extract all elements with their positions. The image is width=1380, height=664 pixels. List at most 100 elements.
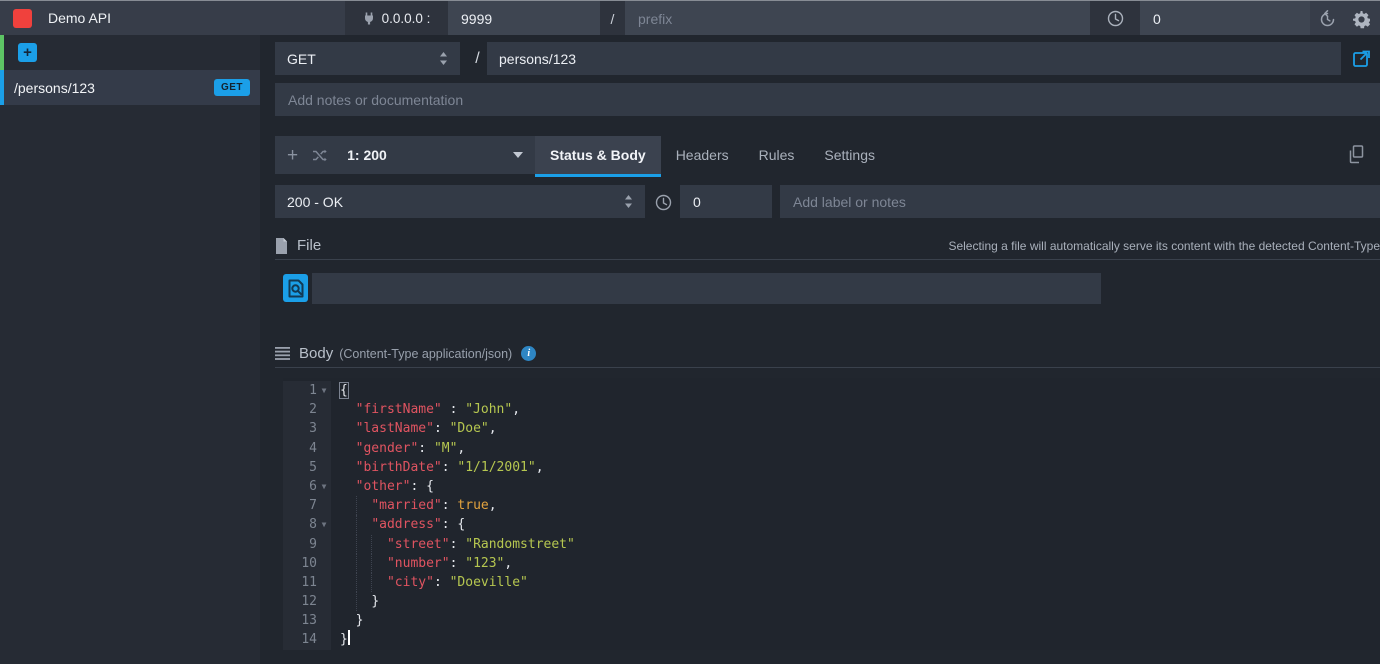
- duplicate-response-icon[interactable]: [1345, 143, 1367, 165]
- indent-guide: [371, 535, 372, 554]
- fold-spacer: [317, 630, 331, 649]
- response-tabs: Status & BodyHeadersRulesSettings: [535, 136, 890, 174]
- line-number: 10: [283, 554, 331, 573]
- host-section: 0.0.0.0 :: [345, 1, 448, 36]
- fold-spacer: [317, 400, 331, 419]
- fold-spacer: [317, 458, 331, 477]
- add-route-button[interactable]: +: [18, 43, 37, 62]
- selected-route-indicator: [0, 70, 4, 105]
- port-input[interactable]: 9999: [448, 1, 600, 36]
- tab-headers[interactable]: Headers: [661, 136, 744, 174]
- code-line[interactable]: 10 "number": "123",: [283, 554, 1380, 573]
- line-number: 1▼: [283, 381, 331, 400]
- route-path-input[interactable]: persons/123: [487, 42, 1341, 75]
- route-path-label: /persons/123: [14, 80, 214, 96]
- code-line[interactable]: 11 "city": "Doeville": [283, 573, 1380, 592]
- fold-spacer: [317, 611, 331, 630]
- env-latency-section: [1090, 1, 1140, 36]
- code-line[interactable]: 7 "married": true,: [283, 496, 1380, 515]
- file-section-header: File Selecting a file will automatically…: [275, 238, 1380, 260]
- env-latency-input[interactable]: 0: [1140, 1, 1310, 36]
- tab-status-body[interactable]: Status & Body: [535, 136, 661, 174]
- code-line[interactable]: 12 }: [283, 592, 1380, 611]
- line-number: 3: [283, 419, 331, 438]
- code-line[interactable]: 2 "firstName" : "John",: [283, 400, 1380, 419]
- route-notes-input[interactable]: Add notes or documentation: [275, 83, 1380, 116]
- code-line[interactable]: 8▼ "address": {: [283, 515, 1380, 534]
- response-latency-input[interactable]: 0: [680, 185, 772, 218]
- fold-arrow-icon[interactable]: ▼: [317, 515, 331, 534]
- plug-icon: [363, 12, 375, 25]
- code-line[interactable]: 6▼ "other": {: [283, 477, 1380, 496]
- indent-guide: [356, 515, 357, 534]
- text-cursor: [348, 630, 350, 645]
- line-number: 14: [283, 630, 331, 649]
- line-number: 4: [283, 439, 331, 458]
- body-content-type-label: (Content-Type application/json): [339, 347, 512, 361]
- route-editor-panel: GET / persons/123 Add notes or documenta…: [260, 35, 1380, 664]
- environment-title: Demo API: [48, 1, 111, 36]
- response-selector-label: 1: 200: [347, 147, 499, 163]
- line-number: 7: [283, 496, 331, 515]
- tab-settings[interactable]: Settings: [809, 136, 890, 174]
- code-line[interactable]: 9 "street": "Randomstreet": [283, 535, 1380, 554]
- select-arrows-icon: [624, 195, 633, 208]
- routes-header-row: +: [0, 35, 260, 70]
- settings-gear-icon[interactable]: [1350, 8, 1372, 30]
- indent-guide: [371, 554, 372, 573]
- body-code-editor[interactable]: 1▼{2 "firstName" : "John",3 "lastName": …: [283, 378, 1380, 650]
- prefix-separator: /: [600, 1, 625, 36]
- response-selector[interactable]: + 1: 200: [275, 136, 535, 174]
- code-line[interactable]: 3 "lastName": "Doe",: [283, 419, 1380, 438]
- file-section-hint: Selecting a file will automatically serv…: [948, 239, 1380, 253]
- fold-spacer: [317, 573, 331, 592]
- add-response-icon[interactable]: +: [287, 146, 298, 165]
- environment-running-indicator: [0, 35, 4, 70]
- tab-rules[interactable]: Rules: [744, 136, 810, 174]
- fold-arrow-icon[interactable]: ▼: [317, 477, 331, 496]
- response-label-input[interactable]: Add label or notes: [780, 185, 1380, 218]
- code-line[interactable]: 5 "birthDate": "1/1/2001",: [283, 458, 1380, 477]
- fold-spacer: [317, 439, 331, 458]
- host-label: 0.0.0.0 :: [382, 11, 431, 26]
- method-select[interactable]: GET: [275, 42, 460, 75]
- route-list-item[interactable]: /persons/123 GET: [0, 70, 260, 105]
- fold-spacer: [317, 419, 331, 438]
- code-line[interactable]: 4 "gender": "M",: [283, 439, 1380, 458]
- indent-guide: [356, 554, 357, 573]
- line-number: 8▼: [283, 515, 331, 534]
- status-code-select[interactable]: 200 - OK: [275, 185, 645, 218]
- line-number: 6▼: [283, 477, 331, 496]
- shuffle-responses-icon[interactable]: [312, 149, 327, 162]
- clock-icon: [1107, 10, 1124, 27]
- prefix-input[interactable]: prefix: [625, 1, 1090, 36]
- file-path-input[interactable]: [312, 273, 1101, 304]
- select-arrows-icon: [439, 52, 448, 65]
- indent-guide: [356, 592, 357, 611]
- fold-arrow-icon[interactable]: ▼: [317, 381, 331, 400]
- code-line[interactable]: 13 }: [283, 611, 1380, 630]
- routes-sidebar: + /persons/123 GET: [0, 35, 260, 664]
- body-section-header: Body (Content-Type application/json) i: [275, 346, 1380, 368]
- line-number: 11: [283, 573, 331, 592]
- dropdown-caret-icon: [513, 152, 523, 158]
- response-latency-clock-icon: [652, 191, 674, 213]
- code-line[interactable]: 14}: [283, 630, 1380, 649]
- info-icon: i: [521, 346, 536, 361]
- fold-spacer: [317, 535, 331, 554]
- file-icon: [275, 238, 288, 254]
- line-number: 9: [283, 535, 331, 554]
- open-route-in-browser-icon[interactable]: [1350, 47, 1372, 69]
- fold-spacer: [317, 496, 331, 515]
- stop-server-button[interactable]: [13, 9, 32, 28]
- line-number: 12: [283, 592, 331, 611]
- indent-guide: [356, 535, 357, 554]
- line-number: 5: [283, 458, 331, 477]
- browse-file-button[interactable]: [283, 274, 308, 302]
- fold-spacer: [317, 554, 331, 573]
- indent-guide: [356, 496, 357, 515]
- code-line[interactable]: 1▼{: [283, 381, 1380, 400]
- body-menu-icon[interactable]: [275, 347, 290, 360]
- history-icon[interactable]: [1316, 8, 1338, 30]
- indent-guide: [371, 573, 372, 592]
